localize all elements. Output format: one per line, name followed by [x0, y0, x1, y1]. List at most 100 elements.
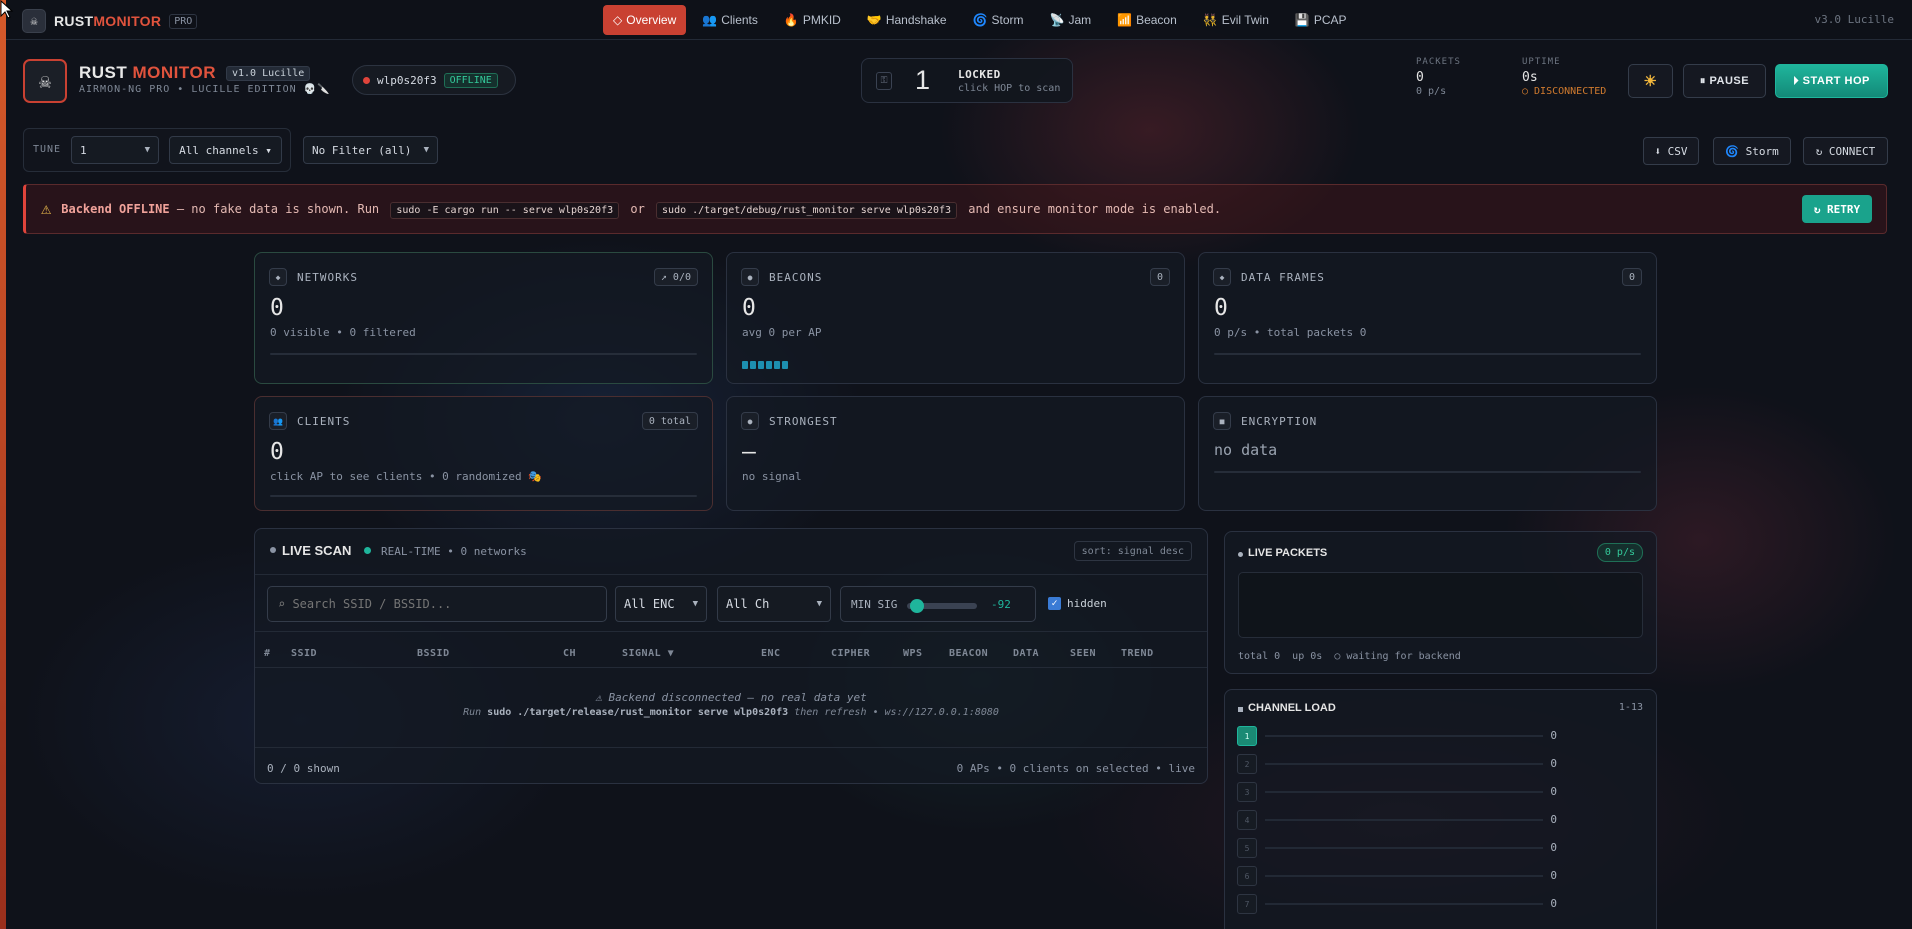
channel-row[interactable]: 20	[1237, 754, 1557, 774]
skull-logo-large-icon: ☠	[23, 59, 67, 103]
channel-value: 0	[1550, 897, 1557, 910]
column-header[interactable]: DATA	[1013, 648, 1039, 659]
channel-number: 2	[1237, 754, 1257, 774]
diamond-icon: ◆	[269, 268, 287, 286]
sort-indicator[interactable]: sort: signal desc	[1073, 541, 1192, 561]
dot-icon: ●	[741, 268, 759, 286]
channel-row[interactable]: 70	[1237, 894, 1557, 914]
channel-row[interactable]: 60	[1237, 866, 1557, 886]
encryption-filter-select[interactable]: All ENC ▼	[615, 586, 707, 622]
lock-icon: ⚿	[876, 72, 892, 90]
uptime-value: 0s	[1522, 70, 1538, 85]
column-header[interactable]: CH	[563, 648, 576, 659]
theme-toggle-button[interactable]: ☀	[1628, 64, 1673, 98]
csv-export-button[interactable]: ⬇ CSV	[1643, 137, 1699, 165]
networks-desc: 0 visible • 0 filtered	[270, 326, 416, 339]
users-icon: 👥	[702, 13, 718, 27]
min-signal-control: MIN SIG -92	[840, 586, 1036, 622]
pause-button[interactable]: ⏸ PAUSE	[1683, 64, 1766, 98]
alert-message: Backend OFFLINE — no fake data is shown.…	[61, 202, 1221, 219]
channels-dropdown[interactable]: All channels ▾	[169, 136, 282, 164]
left-accent-bar	[0, 0, 6, 929]
live-scan-panel: LIVE SCAN REAL-TIME • 0 networks sort: s…	[254, 528, 1208, 784]
tab-overview[interactable]: ◇ Overview	[603, 5, 687, 35]
data-frames-progress-track	[1214, 353, 1641, 355]
tab-jam[interactable]: 📡 Jam	[1040, 5, 1102, 35]
bullet-icon	[1238, 552, 1243, 557]
channel-row[interactable]: 50	[1237, 838, 1557, 858]
encryption-value: no data	[1214, 441, 1278, 459]
start-hop-button[interactable]: ⏵ START HOP	[1775, 64, 1888, 98]
tab-clients[interactable]: 👥 Clients	[692, 5, 768, 35]
tab-handshake[interactable]: 🤝 Handshake	[857, 5, 957, 35]
min-signal-value: -92	[991, 598, 1011, 611]
channel-row[interactable]: 40	[1237, 810, 1557, 830]
slider-thumb[interactable]	[909, 599, 924, 613]
status-dot-icon	[363, 76, 370, 84]
tab-pmkid[interactable]: 🔥 PMKID	[774, 5, 851, 35]
network-filter-select[interactable]: No Filter (all) ▼	[303, 136, 438, 164]
channel-bar	[1265, 763, 1543, 765]
uptime-stat: UPTIME 0s ○ DISCONNECTED	[1522, 57, 1607, 97]
tune-group: TUNE 1 ▼ All channels ▾	[23, 128, 291, 172]
tab-beacon[interactable]: 📶 Beacon	[1107, 5, 1187, 35]
retry-button[interactable]: ↻ RETRY	[1802, 195, 1872, 223]
channel-value: 0	[1550, 729, 1557, 742]
beacons-count: 0	[742, 295, 756, 321]
pro-tag: PRO	[169, 13, 198, 29]
channel-value: 0	[1550, 785, 1557, 798]
live-packets-title: LIVE PACKETS	[1248, 547, 1328, 559]
channel-lock-panel[interactable]: ⚿ 1 LOCKED click HOP to scan	[861, 58, 1073, 103]
channel-value: 0	[1550, 813, 1557, 826]
hidden-toggle[interactable]: ✓ hidden	[1048, 597, 1107, 610]
column-header[interactable]: #	[264, 648, 271, 659]
interface-chip[interactable]: wlp0s20f3 OFFLINE	[352, 65, 516, 95]
column-header[interactable]: BSSID	[417, 648, 450, 659]
tab-pcap[interactable]: 💾 PCAP	[1285, 5, 1357, 35]
channel-filter-select[interactable]: All Ch ▼	[717, 586, 831, 622]
column-header[interactable]: CIPHER	[831, 648, 870, 659]
channel-hint: click HOP to scan	[958, 83, 1061, 94]
checkbox-checked-icon[interactable]: ✓	[1048, 597, 1061, 610]
clients-count: 0	[270, 439, 284, 465]
column-header[interactable]: WPS	[903, 648, 923, 659]
empty-state-hint: Run sudo ./target/release/rust_monitor s…	[463, 707, 999, 718]
nav-tabs: ◇ Overview 👥 Clients 🔥 PMKID 🤝 Handshake 🌀 St…	[603, 5, 1357, 35]
live-scan-header: LIVE SCAN REAL-TIME • 0 networks sort: s…	[255, 529, 1207, 575]
brand[interactable]: ☠ RUSTMONITOR PRO	[22, 9, 198, 33]
encryption-track	[1214, 471, 1641, 473]
channel-number: 1	[1237, 726, 1257, 746]
column-header[interactable]: SIGNAL ▼	[622, 648, 674, 659]
search-input[interactable]	[267, 586, 607, 622]
tab-storm[interactable]: 🌀 Storm	[963, 5, 1034, 35]
channel-value: 0	[1550, 757, 1557, 770]
channel-state: LOCKED	[958, 68, 1001, 81]
column-header[interactable]: SEEN	[1070, 648, 1096, 659]
tune-channel-select[interactable]: 1 ▼	[71, 136, 159, 164]
connect-button[interactable]: ↻ CONNECT	[1803, 137, 1888, 165]
channel-bar	[1265, 819, 1543, 821]
channel-row[interactable]: 30	[1237, 782, 1557, 802]
column-header[interactable]: TREND	[1121, 648, 1154, 659]
column-header[interactable]: SSID	[291, 648, 317, 659]
column-header[interactable]: BEACON	[949, 648, 988, 659]
packets-value: 0	[1416, 70, 1424, 85]
tab-evil-twin[interactable]: 👯 Evil Twin	[1193, 5, 1279, 35]
min-signal-slider[interactable]	[907, 599, 977, 613]
square-icon: ■	[1213, 412, 1231, 430]
interface-status-badge: OFFLINE	[443, 72, 498, 88]
beacons-count-tag: 0	[1149, 268, 1170, 286]
packet-graph	[1238, 572, 1643, 638]
shown-count: 0 / 0 shown	[267, 762, 340, 775]
chevron-down-icon: ▼	[144, 145, 150, 155]
channel-load-title: CHANNEL LOAD	[1248, 702, 1336, 714]
channel-range: 1-13	[1618, 702, 1643, 713]
networks-progress-track	[270, 353, 697, 355]
channel-bar	[1265, 735, 1543, 737]
column-header[interactable]: ENC	[761, 648, 781, 659]
channel-bar	[1265, 847, 1543, 849]
channel-number: 3	[1237, 782, 1257, 802]
storm-button[interactable]: 🌀 Storm	[1713, 137, 1791, 165]
square-icon	[1238, 707, 1243, 712]
channel-row[interactable]: 10	[1237, 726, 1557, 746]
